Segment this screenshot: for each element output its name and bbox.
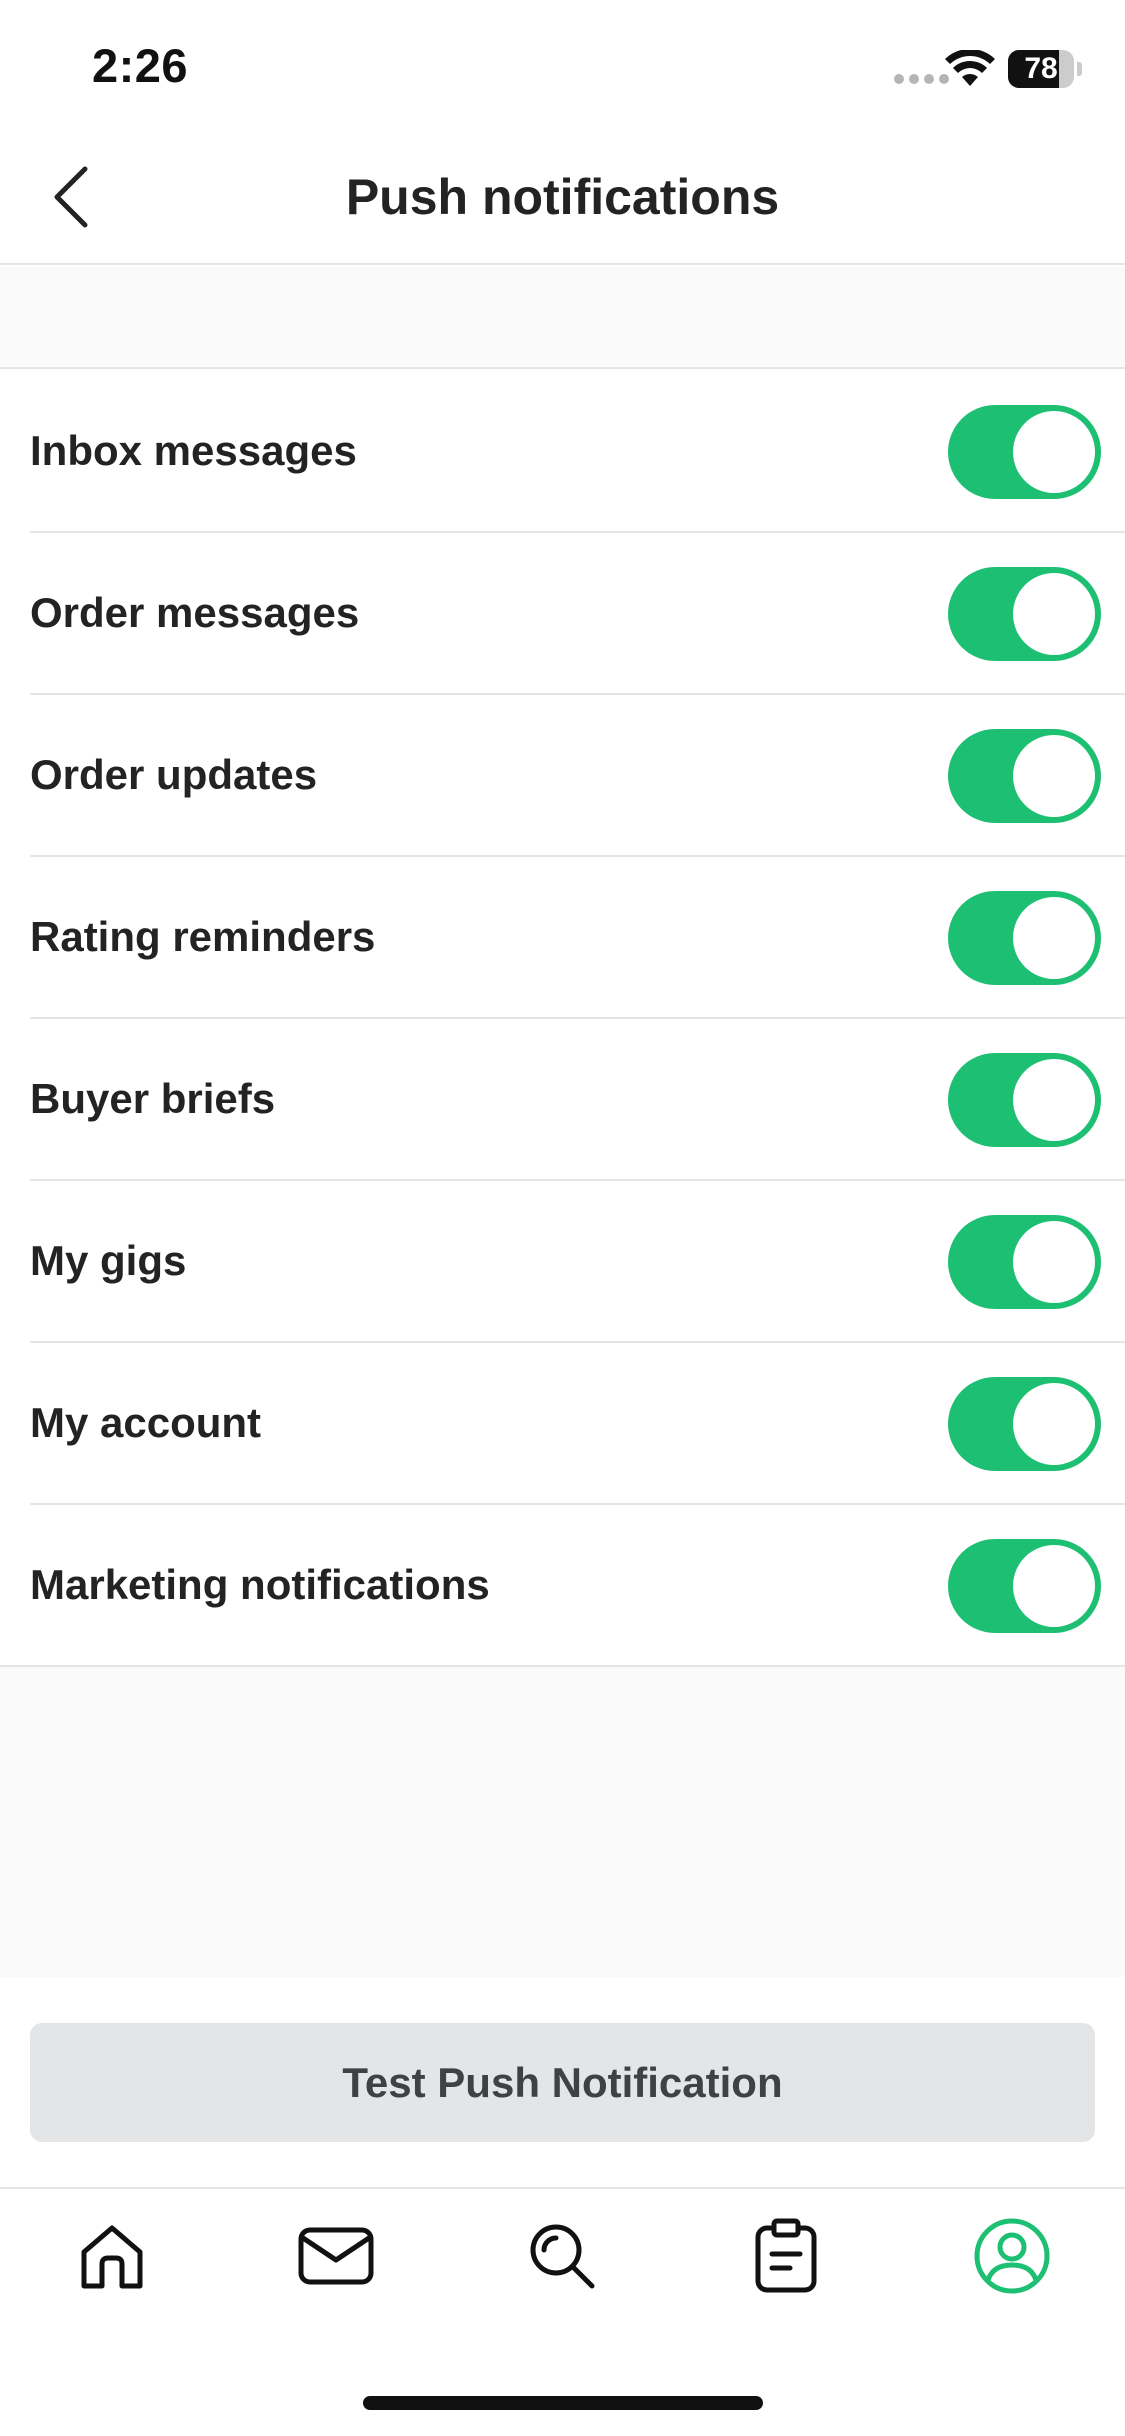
tab-home[interactable]	[67, 2211, 157, 2301]
status-time: 2:26	[92, 39, 189, 92]
setting-row-marketing-notifications: Marketing notifications	[0, 1505, 1125, 1667]
inbox-messages-toggle[interactable]	[948, 405, 1101, 499]
setting-label: Rating reminders	[30, 913, 376, 960]
setting-row-buyer-briefs: Buyer briefs	[0, 1019, 1125, 1181]
tab-profile[interactable]	[967, 2211, 1057, 2301]
section-spacer	[0, 267, 1125, 369]
setting-label: Buyer briefs	[30, 1075, 276, 1122]
marketing-notifications-toggle[interactable]	[948, 1539, 1101, 1633]
toggle-knob	[1013, 1059, 1095, 1141]
notification-settings-list: Inbox messages Order messages Order upda…	[0, 371, 1125, 1667]
setting-row-order-messages: Order messages	[0, 533, 1125, 695]
my-gigs-toggle[interactable]	[948, 1215, 1101, 1309]
battery-level: 78	[1024, 52, 1058, 85]
toggle-knob	[1013, 897, 1095, 979]
wifi-icon	[945, 50, 995, 86]
toggle-knob	[1013, 1545, 1095, 1627]
toggle-knob	[1013, 573, 1095, 655]
screen: 2:26 78 Push notifications Inbox message…	[0, 0, 1125, 2436]
home-indicator	[363, 2396, 763, 2410]
setting-row-inbox-messages: Inbox messages	[0, 371, 1125, 533]
rating-reminders-toggle[interactable]	[948, 891, 1101, 985]
setting-row-order-updates: Order updates	[0, 695, 1125, 857]
navigation-bar: Push notifications	[0, 132, 1125, 265]
setting-label: My account	[30, 1399, 262, 1446]
toggle-knob	[1013, 1383, 1095, 1465]
setting-label: Marketing notifications	[30, 1561, 490, 1608]
orders-clipboard-icon	[755, 2218, 817, 2293]
test-push-notification-button[interactable]: Test Push Notification	[30, 2023, 1095, 2142]
page-title: Push notifications	[345, 169, 780, 225]
setting-row-my-gigs: My gigs	[0, 1181, 1125, 1343]
back-button[interactable]	[36, 162, 106, 232]
toggle-knob	[1013, 1221, 1095, 1303]
tab-inbox[interactable]	[291, 2211, 381, 2301]
setting-row-my-account: My account	[0, 1343, 1125, 1505]
cellular-signal-icon	[894, 74, 949, 84]
toggle-knob	[1013, 411, 1095, 493]
setting-label: Inbox messages	[30, 427, 357, 474]
setting-row-rating-reminders: Rating reminders	[0, 857, 1125, 1019]
setting-label: My gigs	[30, 1237, 187, 1284]
section-spacer	[0, 1667, 1125, 1977]
setting-label: Order messages	[30, 589, 360, 636]
my-account-toggle[interactable]	[948, 1377, 1101, 1471]
setting-label: Order updates	[30, 751, 318, 798]
home-icon	[81, 2225, 143, 2289]
chevron-left-icon	[54, 166, 88, 228]
order-messages-toggle[interactable]	[948, 567, 1101, 661]
status-bar: 2:26 78	[0, 0, 1125, 132]
mail-icon	[298, 2227, 374, 2285]
tab-orders[interactable]	[741, 2211, 831, 2301]
order-updates-toggle[interactable]	[948, 729, 1101, 823]
toggle-knob	[1013, 735, 1095, 817]
search-icon	[530, 2224, 595, 2289]
tab-search[interactable]	[517, 2211, 607, 2301]
buyer-briefs-toggle[interactable]	[948, 1053, 1101, 1147]
battery-icon: 78	[1008, 50, 1082, 88]
profile-icon	[974, 2218, 1050, 2294]
